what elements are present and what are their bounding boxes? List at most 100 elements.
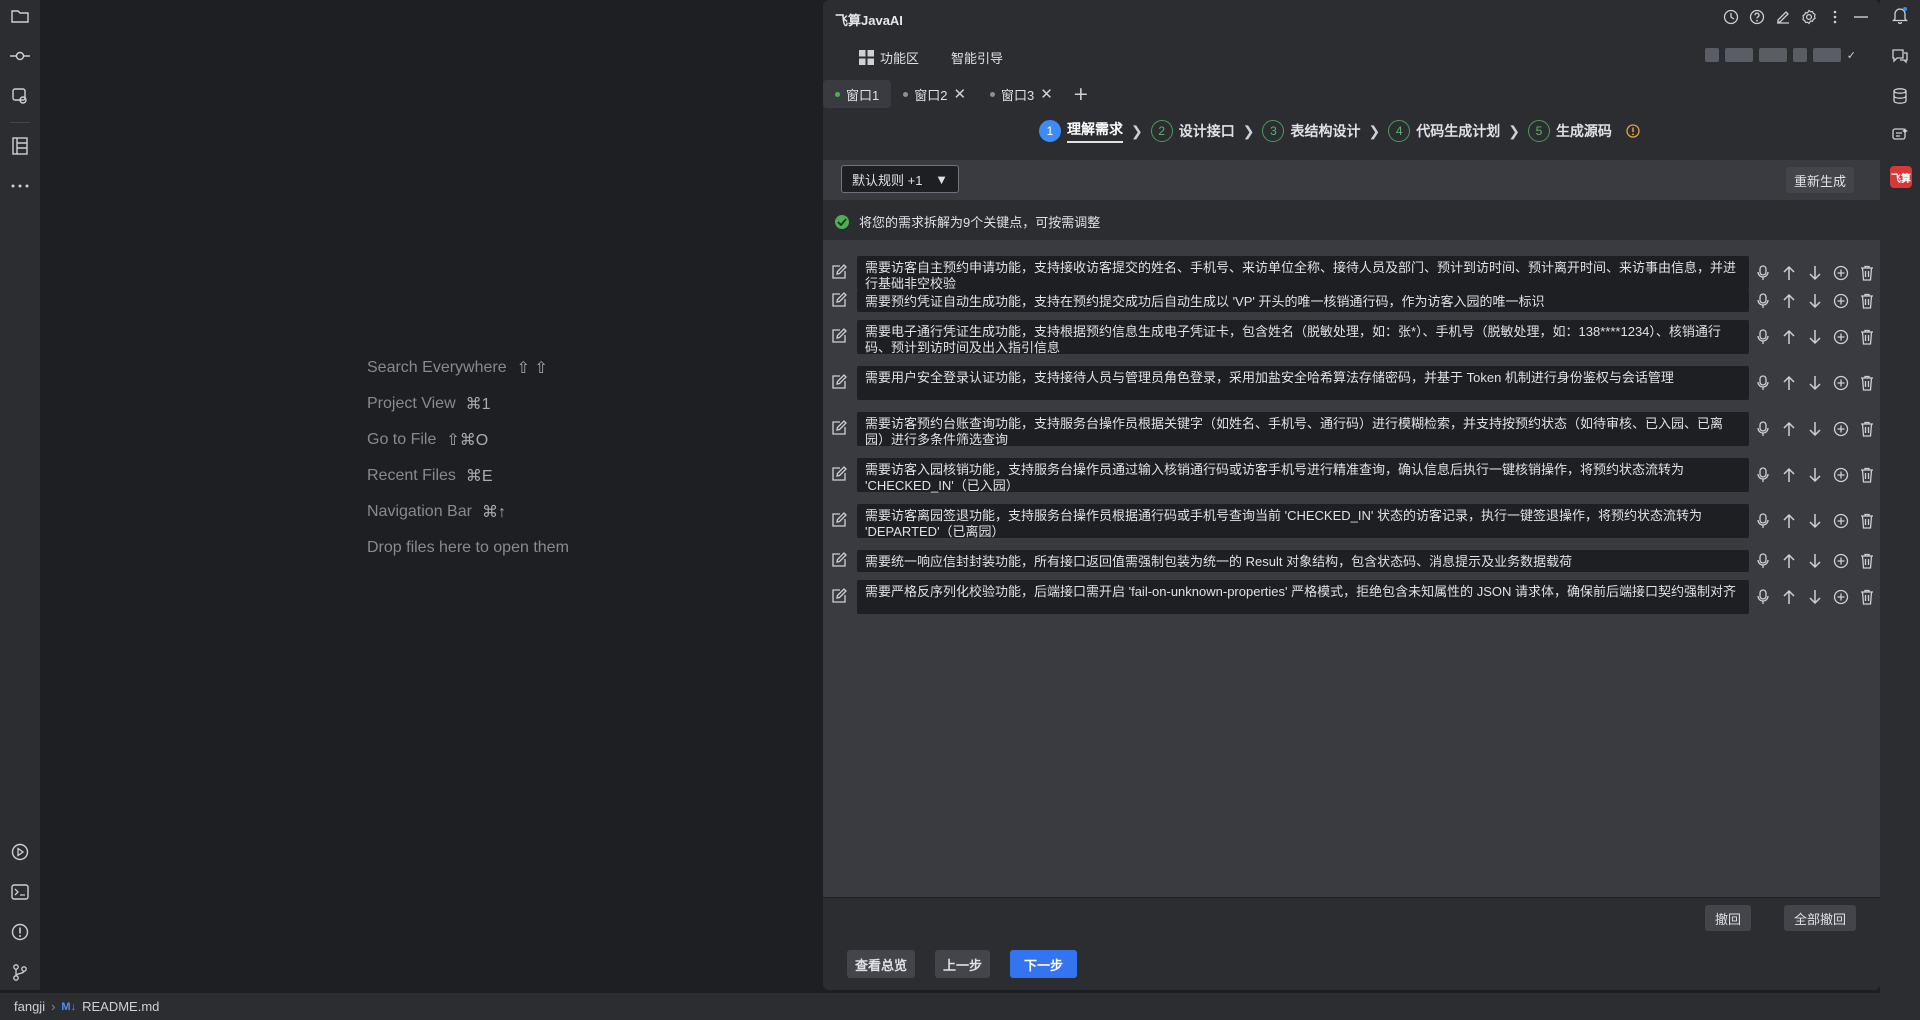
add-circle-icon[interactable] [1831,373,1851,393]
add-circle-icon[interactable] [1831,327,1851,347]
move-down-icon[interactable] [1805,551,1825,571]
delete-icon[interactable] [1857,511,1877,531]
requirement-text[interactable]: 需要用户安全登录认证功能，支持接待人员与管理员角色登录，采用加盐安全哈希算法存储… [857,366,1749,400]
move-up-icon[interactable] [1779,263,1799,283]
tab-window-2[interactable]: 窗口2 ✕ [891,80,978,108]
microphone-icon[interactable] [1753,291,1773,311]
more-icon[interactable] [8,174,32,198]
undo-all-button[interactable]: 全部撤回 [1784,905,1857,931]
requirement-text[interactable]: 需要访客预约台账查询功能，支持服务台操作员根据关键字（如姓名、手机号、通行码）进… [857,412,1749,447]
edit-icon[interactable] [831,264,849,282]
move-down-icon[interactable] [1805,419,1825,439]
minimize-icon[interactable] [1852,8,1870,26]
edit-icon[interactable] [831,552,849,570]
run-services-icon[interactable] [8,840,32,864]
ai-assistant-icon[interactable] [1891,126,1909,144]
history-icon[interactable] [1722,8,1740,26]
add-circle-icon[interactable] [1831,551,1851,571]
move-down-icon[interactable] [1805,511,1825,531]
folder-icon[interactable] [8,4,32,28]
edit-icon[interactable] [831,420,849,438]
settings-icon[interactable] [1800,8,1818,26]
requirement-text[interactable]: 需要访客入园核销功能，支持服务台操作员通过输入核销通行码或访客手机号进行精准查询… [857,458,1749,493]
commit-icon[interactable] [8,44,32,68]
microphone-icon[interactable] [1753,373,1773,393]
microphone-icon[interactable] [1753,551,1773,571]
help-icon[interactable] [1748,8,1766,26]
step-generate-source[interactable]: 5 生成源码 [1527,120,1612,142]
project-breadcrumb[interactable]: fangji [14,999,45,1014]
terminal-icon[interactable] [8,880,32,904]
move-down-icon[interactable] [1805,373,1825,393]
add-circle-icon[interactable] [1831,511,1851,531]
add-circle-icon[interactable] [1831,465,1851,485]
requirement-text[interactable]: 需要访客自主预约申请功能，支持接收访客提交的姓名、手机号、来访单位全称、接待人员… [857,256,1749,291]
delete-icon[interactable] [1857,465,1877,485]
regenerate-button[interactable]: 重新生成 [1785,167,1854,193]
microphone-icon[interactable] [1753,465,1773,485]
microphone-icon[interactable] [1753,587,1773,607]
nav-function-area[interactable]: 功能区 [859,48,919,67]
tab-window-1[interactable]: 窗口1 [823,80,892,108]
move-up-icon[interactable] [1779,327,1799,347]
next-step-button[interactable]: 下一步 [1010,950,1078,978]
feisuan-plugin-icon[interactable]: 飞算 [1890,166,1912,188]
step-codegen-plan[interactable]: 4 代码生成计划 [1388,120,1500,142]
move-up-icon[interactable] [1779,587,1799,607]
database-icon[interactable] [1891,87,1909,105]
delete-icon[interactable] [1857,587,1877,607]
move-down-icon[interactable] [1805,587,1825,607]
edit-icon[interactable] [831,292,849,310]
edit-icon[interactable] [831,328,849,346]
info-icon[interactable] [1626,124,1640,138]
requirement-text[interactable]: 需要预约凭证自动生成功能，支持在预约提交成功后自动生成以 'VP' 开头的唯一核… [857,290,1749,312]
problems-icon[interactable] [8,920,32,944]
delete-icon[interactable] [1857,551,1877,571]
add-circle-icon[interactable] [1831,263,1851,283]
add-circle-icon[interactable] [1831,587,1851,607]
delete-icon[interactable] [1857,419,1877,439]
add-circle-icon[interactable] [1831,291,1851,311]
requirement-text[interactable]: 需要统一响应信封封装功能，所有接口返回值需强制包装为统一的 Result 对象结… [857,550,1749,572]
notifications-icon[interactable] [1891,6,1909,24]
move-down-icon[interactable] [1805,263,1825,283]
previous-step-button[interactable]: 上一步 [935,950,991,978]
edit-icon[interactable] [831,466,849,484]
tab-window-3[interactable]: 窗口3 ✕ [978,80,1065,108]
requirement-text[interactable]: 需要严格反序列化校验功能，后端接口需开启 'fail-on-unknown-pr… [857,580,1749,614]
structure-icon[interactable] [8,134,32,158]
microphone-icon[interactable] [1753,511,1773,531]
ai-chat-icon[interactable] [1891,47,1909,65]
nav-smart-guide[interactable]: 智能引导 [951,48,1003,67]
delete-icon[interactable] [1857,327,1877,347]
add-tab-icon[interactable]: + [1073,83,1089,105]
edit-icon[interactable] [831,588,849,606]
microphone-icon[interactable] [1753,419,1773,439]
edit-icon[interactable] [1774,8,1792,26]
rule-select[interactable]: 默认规则 +1 ▼ [841,165,959,193]
requirement-text[interactable]: 需要访客离园签退功能，支持服务台操作员根据通行码或手机号查询当前 'CHECKE… [857,504,1749,539]
file-breadcrumb[interactable]: README.md [82,999,159,1014]
git-branch-icon[interactable] [8,960,32,984]
delete-icon[interactable] [1857,291,1877,311]
requirement-text[interactable]: 需要电子通行凭证生成功能，支持根据预约信息生成电子凭证卡，包含姓名（脱敏处理，如… [857,320,1749,355]
view-overview-button[interactable]: 查看总览 [847,950,916,978]
move-up-icon[interactable] [1779,465,1799,485]
plugin-ai-icon[interactable] [8,84,32,108]
undo-button[interactable]: 撤回 [1705,905,1752,931]
move-down-icon[interactable] [1805,291,1825,311]
move-up-icon[interactable] [1779,551,1799,571]
step-table-design[interactable]: 3 表结构设计 [1262,120,1360,142]
add-circle-icon[interactable] [1831,419,1851,439]
more-vertical-icon[interactable] [1826,8,1844,26]
delete-icon[interactable] [1857,373,1877,393]
close-icon[interactable]: ✕ [953,87,966,102]
microphone-icon[interactable] [1753,327,1773,347]
edit-icon[interactable] [831,374,849,392]
move-up-icon[interactable] [1779,373,1799,393]
move-up-icon[interactable] [1779,419,1799,439]
move-up-icon[interactable] [1779,511,1799,531]
microphone-icon[interactable] [1753,263,1773,283]
edit-icon[interactable] [831,512,849,530]
move-down-icon[interactable] [1805,327,1825,347]
